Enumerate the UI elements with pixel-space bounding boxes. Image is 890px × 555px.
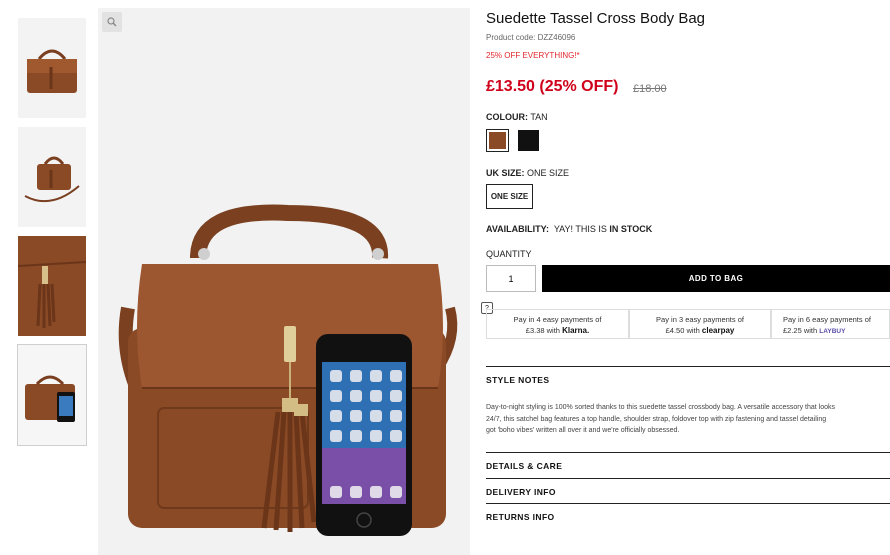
clearpay-payment-box[interactable]: Pay in 3 easy payments of £4.50 with cle… bbox=[629, 309, 771, 339]
size-option-one-size[interactable]: ONE SIZE bbox=[486, 184, 533, 209]
original-price: £18.00 bbox=[633, 83, 667, 95]
thumbnail-front[interactable] bbox=[18, 18, 86, 118]
colour-label: COLOUR: TAN bbox=[486, 112, 548, 122]
klarna-logo: Klarna. bbox=[562, 326, 590, 335]
main-product-image[interactable] bbox=[98, 8, 470, 555]
product-code: Product code: DZZ46096 bbox=[486, 33, 576, 42]
sale-price: £13.50 (25% OFF) bbox=[486, 78, 619, 95]
add-to-bag-button[interactable]: ADD TO BAG bbox=[542, 265, 890, 292]
quantity-label: QUANTITY bbox=[486, 249, 532, 259]
divider bbox=[486, 452, 890, 453]
swatch-tan[interactable] bbox=[486, 129, 509, 152]
stock-status: IN STOCK bbox=[609, 224, 653, 234]
promo-banner[interactable]: 25% OFF EVERYTHING!* bbox=[486, 51, 580, 60]
style-notes-text: Day-to-night styling is 100% sorted than… bbox=[486, 404, 836, 434]
thumbnail-side[interactable] bbox=[18, 127, 86, 227]
divider bbox=[486, 366, 890, 367]
size-value: ONE SIZE bbox=[527, 168, 570, 178]
divider bbox=[486, 503, 890, 504]
delivery-info-section[interactable]: DELIVERY INFO bbox=[486, 487, 556, 497]
swatch-black[interactable] bbox=[518, 130, 539, 151]
thumbnail-detail[interactable] bbox=[18, 236, 86, 336]
klarna-payment-box[interactable]: Pay in 4 easy payments of £3.38 with Kla… bbox=[486, 309, 629, 339]
thumbnail-list bbox=[17, 18, 87, 454]
divider bbox=[486, 478, 890, 479]
quantity-input[interactable] bbox=[486, 265, 536, 292]
product-title: Suedette Tassel Cross Body Bag bbox=[486, 10, 706, 27]
availability: AVAILABILITY: YAY! THIS IS IN STOCK bbox=[486, 224, 653, 234]
laybuy-logo: LAYBUY bbox=[819, 328, 846, 335]
laybuy-payment-box[interactable]: Pay in 6 easy payments of £2.25 with LAY… bbox=[771, 309, 890, 339]
thumbnail-with-phone[interactable] bbox=[17, 344, 87, 446]
clearpay-logo: clearpay bbox=[701, 326, 735, 335]
colour-value: TAN bbox=[530, 112, 548, 122]
returns-info-section[interactable]: RETURNS INFO bbox=[486, 512, 555, 522]
size-label: UK SIZE: ONE SIZE bbox=[486, 168, 570, 178]
details-care-section[interactable]: DETAILS & CARE bbox=[486, 461, 562, 471]
bag-illustration bbox=[118, 204, 458, 536]
style-notes-heading[interactable]: STYLE NOTES bbox=[486, 375, 549, 385]
